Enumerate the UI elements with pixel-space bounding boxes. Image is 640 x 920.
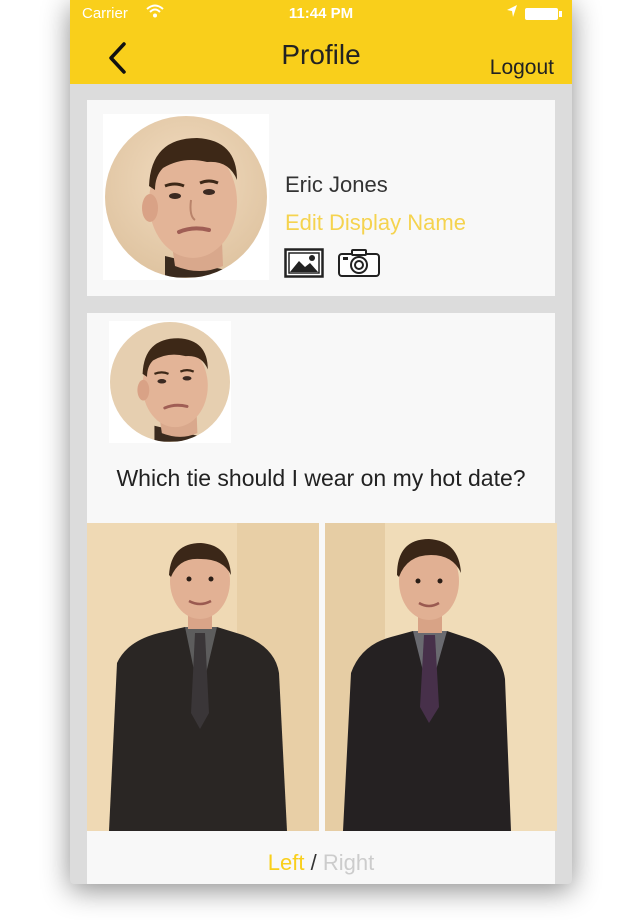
vote-options: Left / Right xyxy=(87,850,555,876)
vote-left-option[interactable]: Left xyxy=(268,850,305,875)
edit-display-name-link[interactable]: Edit Display Name xyxy=(285,210,466,236)
location-arrow-icon xyxy=(506,4,518,21)
post-card: Which tie should I wear on my hot date? xyxy=(87,313,557,884)
status-bar: Carrier 11:44 PM xyxy=(70,0,572,28)
post-avatar-frame xyxy=(109,321,231,443)
right-option-photo[interactable] xyxy=(325,523,557,831)
profile-avatar-frame xyxy=(103,114,269,280)
photo-gallery-icon[interactable] xyxy=(284,248,324,278)
phone-frame: Carrier 11:44 PM Profile Logout Eric Jon… xyxy=(70,0,572,884)
status-time: 11:44 PM xyxy=(288,5,354,22)
display-name: Eric Jones xyxy=(285,172,388,197)
post-question: Which tie should I wear on my hot date? xyxy=(116,465,526,491)
post-author-avatar[interactable] xyxy=(110,322,230,442)
navigation-bar: Profile Logout xyxy=(70,28,572,84)
left-option-photo[interactable] xyxy=(87,523,319,831)
vote-separator: / xyxy=(310,850,317,875)
logout-button[interactable]: Logout xyxy=(490,56,554,80)
camera-icon[interactable] xyxy=(337,248,381,278)
vote-right-option[interactable]: Right xyxy=(323,850,374,875)
profile-card: Eric Jones Edit Display Name xyxy=(87,100,555,296)
profile-avatar[interactable] xyxy=(105,116,267,278)
battery-icon xyxy=(525,8,562,20)
